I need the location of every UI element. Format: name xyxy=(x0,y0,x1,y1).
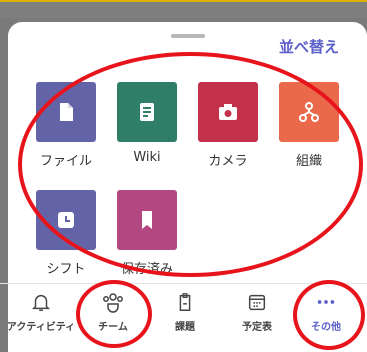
sort-button[interactable]: 並べ替え xyxy=(279,36,339,57)
nav-label-activity: アクティビティ xyxy=(6,322,76,333)
nav-assignments[interactable]: 課題 xyxy=(149,288,221,333)
bell-icon xyxy=(31,294,51,311)
assignments-icon xyxy=(179,293,191,311)
app-label-shifts: シフト xyxy=(46,262,86,277)
annotation-circle-more xyxy=(293,280,365,350)
nav-label-assignments: 課題 xyxy=(175,322,195,333)
nav-label-calendar: 予定表 xyxy=(242,322,272,333)
annotation-circle-teams xyxy=(76,280,152,348)
calendar-icon xyxy=(248,294,266,311)
nav-activity[interactable]: アクティビティ xyxy=(5,288,77,333)
annotation-circle-apps xyxy=(18,52,363,277)
status-bar xyxy=(0,0,367,18)
top-accent-line xyxy=(0,0,367,2)
sheet-drag-handle[interactable] xyxy=(171,34,205,38)
nav-calendar[interactable]: 予定表 xyxy=(221,288,293,333)
